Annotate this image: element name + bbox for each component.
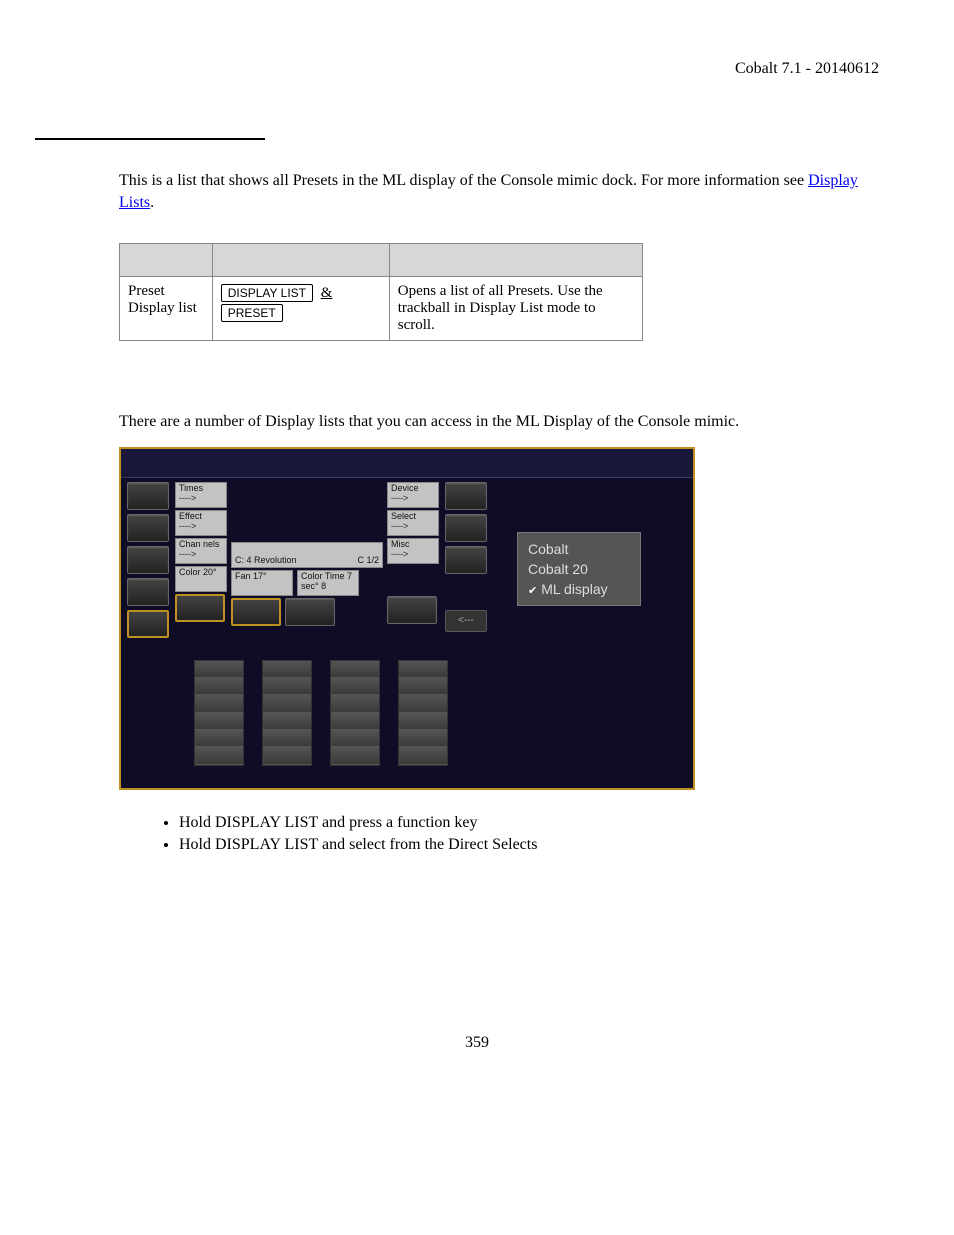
hw-button[interactable] <box>285 598 335 626</box>
back-arrow-button[interactable]: <--- <box>445 610 487 632</box>
fader[interactable] <box>263 660 311 766</box>
keycap-display-list: DISPLAY LIST <box>221 284 313 302</box>
intro-text-b: . <box>150 194 154 211</box>
keycap-preset: PRESET <box>221 304 283 322</box>
right-button-column: <--- <box>441 480 491 640</box>
cell-effect[interactable]: Effect----> <box>175 510 227 536</box>
right-cell-column: Device----> Select----> Misc----> <box>385 480 441 640</box>
mimic-title-bar <box>121 449 693 478</box>
hw-button[interactable] <box>127 482 169 510</box>
cell-misc[interactable]: Misc----> <box>387 538 439 564</box>
table-row: Preset Display list DISPLAY LIST & PRESE… <box>120 277 643 341</box>
list-item: Hold DISPLAY LIST and press a function k… <box>179 814 879 832</box>
cell-times[interactable]: Times----> <box>175 482 227 508</box>
table-header-row <box>120 244 643 277</box>
action-cell: Preset Display list <box>120 277 213 341</box>
list-item: Hold DISPLAY LIST and select from the Di… <box>179 836 879 854</box>
hw-button[interactable] <box>445 514 487 542</box>
bullet-list: Hold DISPLAY LIST and press a function k… <box>179 814 879 854</box>
fader[interactable] <box>195 660 243 766</box>
table-header-cell <box>389 244 642 277</box>
hw-button[interactable] <box>127 514 169 542</box>
keys-cell: DISPLAY LIST & PRESET <box>212 277 389 341</box>
horizontal-rule <box>35 138 265 140</box>
fader[interactable] <box>331 660 379 766</box>
hw-button[interactable] <box>127 546 169 574</box>
table-header-cell <box>120 244 213 277</box>
hw-button[interactable] <box>127 578 169 606</box>
cell-device[interactable]: Device----> <box>387 482 439 508</box>
menu-item-ml-display[interactable]: ML display <box>528 579 624 599</box>
console-mimic-panel: Times----> Effect----> Chan nels----> Co… <box>119 447 695 790</box>
fader-row <box>121 642 693 788</box>
cell-color[interactable]: Color 20° <box>175 566 227 592</box>
hw-button[interactable] <box>387 596 437 624</box>
context-menu: Cobalt Cobalt 20 ML display <box>517 532 641 606</box>
ampersand: & <box>317 285 337 301</box>
cell-color-time[interactable]: Color Time 7 sec° 8 <box>297 570 359 596</box>
cell-channels[interactable]: Chan nels----> <box>175 538 227 564</box>
page-number: 359 <box>75 1034 879 1052</box>
page-header: Cobalt 7.1 - 20140612 <box>75 60 879 78</box>
left-button-column <box>123 480 173 640</box>
intro-paragraph: This is a list that shows all Presets in… <box>119 170 879 213</box>
center-column: C: 4 Revolution C 1/2 Fan 17° Color Time… <box>229 480 385 640</box>
intro-text-a: This is a list that shows all Presets in… <box>119 172 808 189</box>
table-header-cell <box>212 244 389 277</box>
section2-intro: There are a number of Display lists that… <box>119 411 879 433</box>
menu-item-cobalt20[interactable]: Cobalt 20 <box>528 559 624 579</box>
hw-button-selected[interactable] <box>127 610 169 638</box>
hw-button-selected[interactable] <box>231 598 281 626</box>
cell-main-display[interactable]: C: 4 Revolution C 1/2 <box>231 542 383 568</box>
hw-button[interactable] <box>445 482 487 510</box>
fader[interactable] <box>399 660 447 766</box>
menu-item-cobalt[interactable]: Cobalt <box>528 539 624 559</box>
hw-button[interactable] <box>445 546 487 574</box>
cell-select[interactable]: Select----> <box>387 510 439 536</box>
description-cell: Opens a list of all Presets. Use the tra… <box>389 277 642 341</box>
action-table: Preset Display list DISPLAY LIST & PRESE… <box>119 243 643 341</box>
hw-button-selected[interactable] <box>175 594 225 622</box>
cell-fan[interactable]: Fan 17° <box>231 570 293 596</box>
left-cell-column: Times----> Effect----> Chan nels----> Co… <box>173 480 229 640</box>
